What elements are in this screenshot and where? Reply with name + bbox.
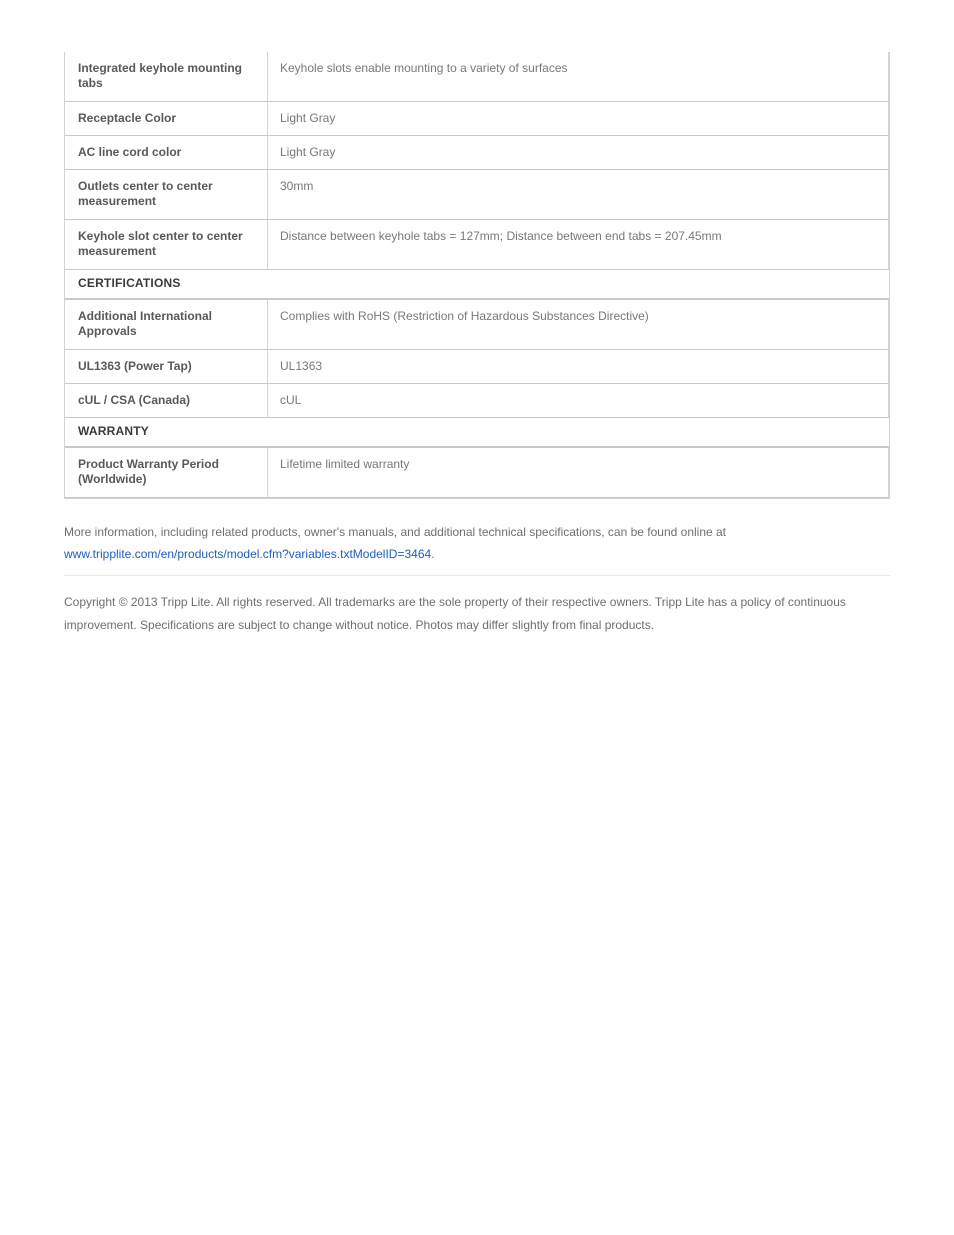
- table-row: Integrated keyhole mounting tabs Keyhole …: [65, 52, 889, 102]
- spec-value-cell: Distance between keyhole tabs = 127mm; D…: [267, 219, 889, 270]
- table-row: cUL / CSA (Canada) cUL: [65, 383, 889, 418]
- spec-value-cell: UL1363: [267, 349, 889, 384]
- table-row: Receptacle Color Light Gray: [65, 101, 889, 136]
- spec-value-text: Complies with RoHS (Restriction of Hazar…: [280, 309, 649, 323]
- spec-label-text: Outlets center to center measurement: [78, 179, 213, 208]
- table-row: Product Warranty Period (Worldwide) Lifet…: [65, 447, 889, 498]
- spec-value-cell: Light Gray: [267, 135, 889, 170]
- spec-value-cell: Complies with RoHS (Restriction of Hazar…: [267, 299, 889, 350]
- spec-label-text: AC line cord color: [78, 145, 182, 159]
- spec-label-text: Additional International Approvals: [78, 309, 212, 338]
- page-root: Integrated keyhole mounting tabs Keyhole …: [0, 0, 954, 1235]
- section-header-row: CERTIFICATIONS: [65, 269, 889, 300]
- spec-label-cell: Receptacle Color: [65, 101, 268, 136]
- product-page-link[interactable]: www.tripplite.com/en/products/model.cfm?…: [64, 547, 431, 561]
- spec-value-cell: Light Gray: [267, 101, 889, 136]
- spec-label-cell: Outlets center to center measurement: [65, 169, 268, 220]
- section-header-label: CERTIFICATIONS: [78, 276, 181, 290]
- spec-value-text: Light Gray: [280, 111, 336, 125]
- spec-label-text: Receptacle Color: [78, 111, 177, 125]
- more-information-sentence: More information, including related prod…: [64, 525, 727, 539]
- spec-value-text: UL1363: [280, 359, 323, 373]
- section-header-cell: CERTIFICATIONS: [65, 269, 889, 300]
- spec-label-text: Product Warranty Period (Worldwide): [78, 457, 219, 486]
- spec-label-cell: Product Warranty Period (Worldwide): [65, 447, 268, 498]
- spec-value-text: cUL: [280, 393, 302, 407]
- table-row: AC line cord color Light Gray: [65, 135, 889, 170]
- spec-label-cell: AC line cord color: [65, 135, 268, 170]
- table-row: UL1363 (Power Tap) UL1363: [65, 349, 889, 384]
- spec-value-cell: Lifetime limited warranty: [267, 447, 889, 498]
- spec-value-cell: 30mm: [267, 169, 889, 220]
- more-information-text: More information, including related prod…: [64, 521, 894, 565]
- spec-label-text: cUL / CSA (Canada): [78, 393, 191, 407]
- specifications-table-container: Integrated keyhole mounting tabs Keyhole …: [64, 52, 890, 499]
- table-row: Additional International Approvals Compli…: [65, 299, 889, 350]
- spec-value-text: 30mm: [280, 179, 314, 193]
- footer-divider: [64, 575, 890, 576]
- spec-label-cell: Integrated keyhole mounting tabs: [65, 52, 268, 102]
- spec-label-text: Integrated keyhole mounting tabs: [78, 61, 243, 90]
- table-row: Keyhole slot center to center measuremen…: [65, 219, 889, 270]
- spec-value-text: Keyhole slots enable mounting to a varie…: [280, 61, 568, 75]
- copyright-text: Copyright © 2013 Tripp Lite. All rights …: [64, 595, 846, 632]
- section-header-cell: WARRANTY: [65, 417, 889, 448]
- spec-label-cell: Additional International Approvals: [65, 299, 268, 350]
- spec-label-cell: cUL / CSA (Canada): [65, 383, 268, 418]
- link-trailing-period: .: [431, 547, 435, 561]
- section-header-row: WARRANTY: [65, 417, 889, 448]
- spec-value-cell: cUL: [267, 383, 889, 418]
- spec-label-cell: Keyhole slot center to center measuremen…: [65, 219, 268, 270]
- spec-value-text: Light Gray: [280, 145, 336, 159]
- spec-label-cell: UL1363 (Power Tap): [65, 349, 268, 384]
- spec-value-cell: Keyhole slots enable mounting to a varie…: [267, 52, 889, 102]
- section-header-label: WARRANTY: [78, 424, 149, 438]
- spec-label-text: UL1363 (Power Tap): [78, 359, 192, 373]
- spec-value-text: Distance between keyhole tabs = 127mm; D…: [280, 229, 722, 243]
- specifications-table-body: Integrated keyhole mounting tabs Keyhole …: [65, 52, 889, 498]
- specifications-table: Integrated keyhole mounting tabs Keyhole …: [65, 52, 889, 498]
- spec-label-text: Keyhole slot center to center measuremen…: [78, 229, 243, 258]
- spec-value-text: Lifetime limited warranty: [280, 457, 410, 471]
- table-row: Outlets center to center measurement 30mm: [65, 169, 889, 220]
